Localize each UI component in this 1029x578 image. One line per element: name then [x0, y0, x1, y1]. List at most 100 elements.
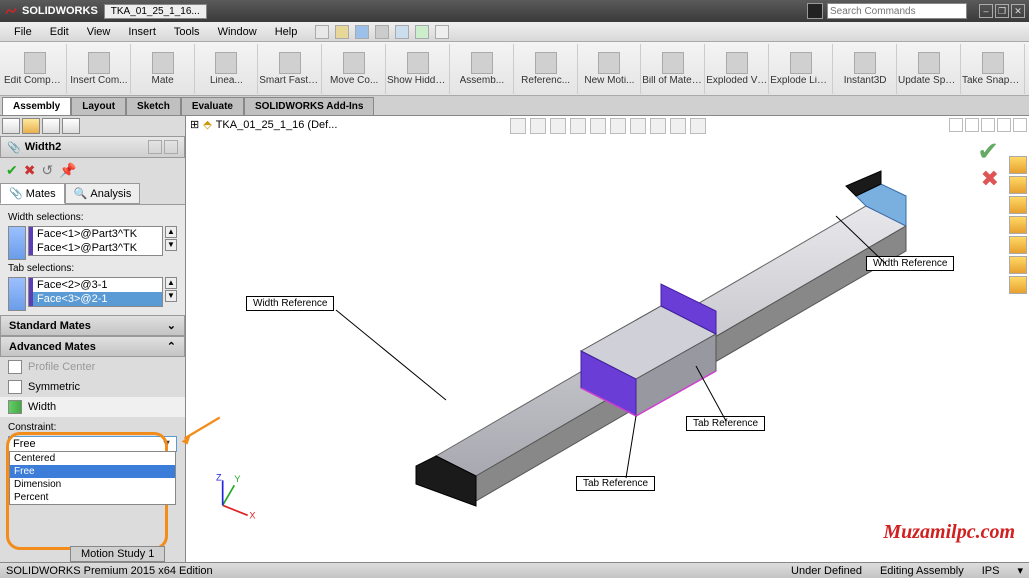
- app-name: SOLIDWORKS: [22, 5, 98, 17]
- assembly-features-icon: [471, 52, 493, 74]
- tab-assembly[interactable]: Assembly: [2, 97, 71, 115]
- help-icon[interactable]: [148, 140, 162, 154]
- rb-linear[interactable]: Linea...: [196, 44, 259, 94]
- options-icon[interactable]: [435, 25, 449, 39]
- constraint-dropdown-list: Centered Free Dimension Percent: [9, 451, 176, 505]
- rb-insert-component[interactable]: Insert Com...: [68, 44, 131, 94]
- motion-study-tab[interactable]: Motion Study 1: [70, 546, 165, 562]
- dimxpert-manager-tab-icon[interactable]: [62, 118, 80, 134]
- standard-mates-header[interactable]: Standard Mates⌄: [0, 315, 185, 336]
- property-manager-tab-icon[interactable]: [22, 118, 40, 134]
- status-bar: SOLIDWORKS Premium 2015 x64 Edition Unde…: [0, 562, 1029, 578]
- move-up-icon[interactable]: ▲: [165, 277, 177, 289]
- save-icon[interactable]: [355, 25, 369, 39]
- menu-window[interactable]: Window: [210, 24, 265, 40]
- rb-move[interactable]: Move Co...: [323, 44, 386, 94]
- property-manager-panel: 📎 Width2 ✔ ✖ ↺ 📌 📎Mates 🔍Analysis Width …: [0, 116, 186, 562]
- rb-mate[interactable]: Mate: [132, 44, 195, 94]
- menu-edit[interactable]: Edit: [42, 24, 77, 40]
- move-down-icon[interactable]: ▼: [165, 290, 177, 302]
- move-up-icon[interactable]: ▲: [165, 226, 177, 238]
- new-icon[interactable]: [315, 25, 329, 39]
- new-motion-icon: [598, 52, 620, 74]
- quick-access: [315, 25, 449, 39]
- 3d-viewport[interactable]: ⊞ ⬘ TKA_01_25_1_16 (Def... ✔ ✖: [186, 116, 1029, 562]
- list-item[interactable]: Face<1>@Part3^TK: [29, 227, 162, 241]
- dropdown-option[interactable]: Free: [10, 465, 175, 478]
- pm-confirm-row: ✔ ✖ ↺ 📌: [0, 158, 185, 183]
- rb-snapshot[interactable]: Take Snapshot: [962, 44, 1025, 94]
- rb-show-hidden[interactable]: Show Hidde...: [387, 44, 450, 94]
- dropdown-option[interactable]: Percent: [10, 491, 175, 504]
- title-bar: SOLIDWORKS TKA_01_25_1_16... – ❐ ✕: [0, 0, 1029, 22]
- pin-icon[interactable]: [164, 140, 178, 154]
- rb-instant3d[interactable]: Instant3D: [834, 44, 897, 94]
- print-icon[interactable]: [375, 25, 389, 39]
- move-down-icon[interactable]: ▼: [165, 239, 177, 251]
- width-selection-list[interactable]: Face<1>@Part3^TK Face<1>@Part3^TK: [28, 226, 163, 256]
- rb-reference[interactable]: Referenc...: [515, 44, 578, 94]
- bom-icon: [662, 52, 684, 74]
- rb-edit-component[interactable]: Edit Component: [4, 44, 67, 94]
- chevron-up-icon: ⌃: [167, 340, 176, 353]
- ok-button[interactable]: ✔: [6, 162, 18, 179]
- menu-file[interactable]: File: [6, 24, 40, 40]
- menu-tools[interactable]: Tools: [166, 24, 208, 40]
- tab-layout[interactable]: Layout: [71, 97, 126, 115]
- status-tools-icon[interactable]: ▾: [1017, 564, 1023, 577]
- rb-smart-fasteners[interactable]: Smart Fasteners: [259, 44, 322, 94]
- rebuild-icon[interactable]: [415, 25, 429, 39]
- snapshot-icon: [982, 52, 1004, 74]
- smart-fasteners-icon: [279, 52, 301, 74]
- dropdown-option[interactable]: Dimension: [10, 478, 175, 491]
- rb-update-speedpak[interactable]: Update Speedpak: [898, 44, 961, 94]
- menu-insert[interactable]: Insert: [120, 24, 164, 40]
- cancel-button[interactable]: ✖: [24, 162, 36, 179]
- constraint-label: Constraint:: [8, 422, 177, 433]
- close-button[interactable]: ✕: [1011, 4, 1025, 18]
- menu-view[interactable]: View: [79, 24, 119, 40]
- width-mate[interactable]: Width: [0, 397, 185, 417]
- command-tabs: Assembly Layout Sketch Evaluate SOLIDWOR…: [0, 96, 1029, 116]
- advanced-mates-header[interactable]: Advanced Mates⌃: [0, 336, 185, 357]
- undo-icon[interactable]: [395, 25, 409, 39]
- configuration-manager-tab-icon[interactable]: [42, 118, 60, 134]
- analysis-tab[interactable]: 🔍Analysis: [65, 183, 141, 204]
- tab-selection-list[interactable]: Face<2>@3-1 Face<3>@2-1: [28, 277, 163, 307]
- view-triad[interactable]: X Y Z: [206, 472, 256, 522]
- list-item[interactable]: Face<2>@3-1: [29, 278, 162, 292]
- dropdown-option[interactable]: Centered: [10, 452, 175, 465]
- command-ribbon: Edit Component Insert Com... Mate Linea.…: [0, 42, 1029, 96]
- rb-explode-line[interactable]: Explode Line...: [770, 44, 833, 94]
- edit-component-icon: [24, 52, 46, 74]
- preview-button[interactable]: ↺: [41, 162, 53, 179]
- feature-manager-tab-icon[interactable]: [2, 118, 20, 134]
- rb-new-motion[interactable]: New Moti...: [579, 44, 642, 94]
- status-units[interactable]: IPS: [982, 565, 1000, 577]
- rb-assembly-features[interactable]: Assemb...: [451, 44, 514, 94]
- list-item[interactable]: Face<3>@2-1: [29, 292, 162, 306]
- tab-addins[interactable]: SOLIDWORKS Add-Ins: [244, 97, 375, 115]
- open-icon[interactable]: [335, 25, 349, 39]
- tab-selection-icon: [8, 277, 26, 311]
- mate-icon: 📎: [7, 141, 21, 154]
- restore-button[interactable]: ❐: [995, 4, 1009, 18]
- search-input[interactable]: [827, 3, 967, 19]
- annotation-width-ref-right: Width Reference: [866, 256, 954, 271]
- mates-tab[interactable]: 📎Mates: [0, 183, 65, 204]
- tab-evaluate[interactable]: Evaluate: [181, 97, 244, 115]
- rb-bom[interactable]: Bill of Materials: [642, 44, 705, 94]
- profile-center-mate[interactable]: Profile Center: [0, 357, 185, 377]
- minimize-button[interactable]: –: [979, 4, 993, 18]
- list-item[interactable]: Face<1>@Part3^TK: [29, 241, 162, 255]
- chevron-down-icon: ⌄: [167, 319, 176, 332]
- constraint-dropdown[interactable]: Free ▼ Centered Free Dimension Percent: [8, 436, 177, 452]
- tab-sketch[interactable]: Sketch: [126, 97, 181, 115]
- symmetric-mate[interactable]: Symmetric: [0, 377, 185, 397]
- rb-exploded-view[interactable]: Exploded View: [706, 44, 769, 94]
- doc-title[interactable]: TKA_01_25_1_16...: [104, 4, 207, 19]
- push-pin-icon[interactable]: 📌: [59, 162, 76, 179]
- menu-help[interactable]: Help: [267, 24, 306, 40]
- edition-label: SOLIDWORKS Premium 2015 x64 Edition: [6, 565, 213, 577]
- search-icon: [807, 3, 823, 19]
